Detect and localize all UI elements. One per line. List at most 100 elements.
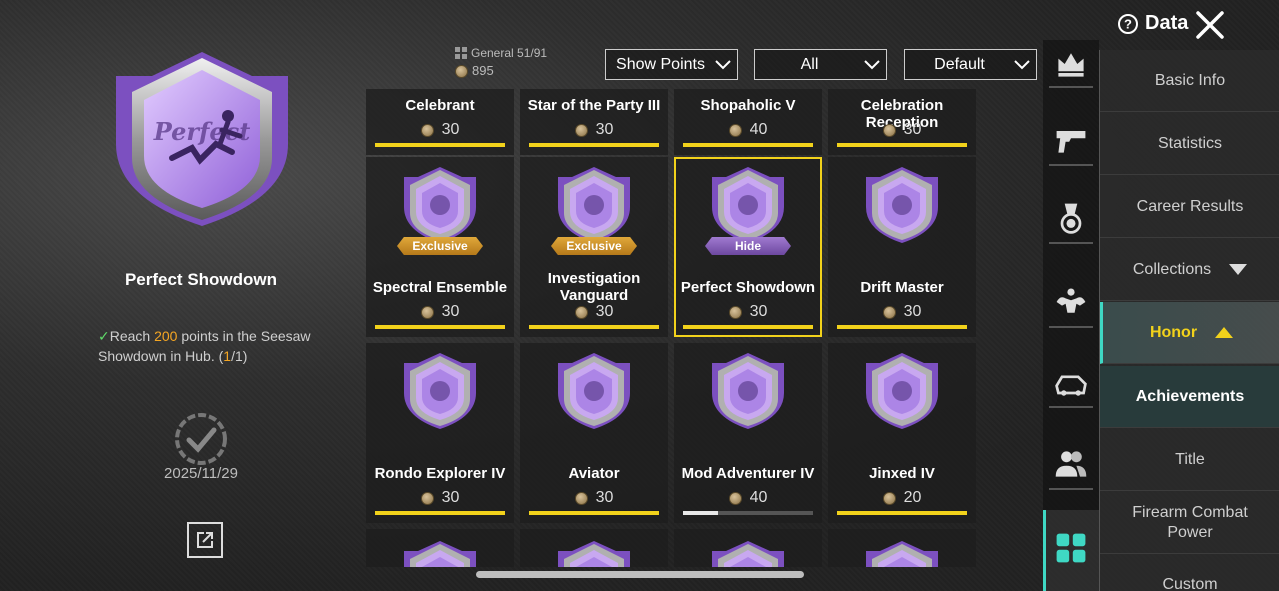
menu-firearm-combat-power[interactable]: Firearm Combat Power — [1100, 492, 1279, 554]
achievement-card[interactable] — [828, 529, 976, 567]
show-points-dropdown[interactable]: Show Points — [605, 49, 738, 80]
perfect-showdown-emblem-icon: Perfect — [116, 52, 288, 226]
achievement-points: 20 — [828, 489, 976, 507]
points-value: 30 — [441, 489, 460, 506]
menu-title[interactable]: Title — [1100, 429, 1279, 491]
points-value: 30 — [441, 303, 460, 320]
sort-dropdown[interactable]: Default — [904, 49, 1037, 80]
filter-all-dropdown[interactable]: All — [754, 49, 887, 80]
points-coin-icon — [574, 491, 588, 505]
points-coin-icon — [420, 491, 434, 505]
achievement-card[interactable]: Shopaholic V 40 — [674, 89, 822, 155]
achievement-badge-icon — [708, 539, 788, 567]
achievement-card[interactable]: Exclusive Investigation Vanguard 30 — [520, 157, 668, 337]
achievement-points: 30 — [828, 303, 976, 321]
achievement-card[interactable]: Exclusive Spectral Ensemble 30 — [366, 157, 514, 337]
menu-label: Achievements — [1135, 387, 1245, 405]
collection-grid-icon[interactable] — [1051, 528, 1091, 568]
achievement-card[interactable] — [674, 529, 822, 567]
menu-career-results[interactable]: Career Results — [1100, 176, 1279, 238]
achievement-name: Shopaholic V — [700, 97, 796, 114]
team-icon[interactable] — [1051, 444, 1091, 484]
achievement-card[interactable]: Aviator 30 — [520, 343, 668, 523]
progress-fill — [375, 325, 505, 329]
points-value: 30 — [903, 303, 922, 320]
menu-label: Career Results — [1136, 197, 1244, 215]
data-label: Data — [1145, 12, 1189, 34]
achievement-name: Celebrant — [405, 97, 475, 114]
points-coin-icon — [574, 123, 588, 137]
close-button[interactable] — [1195, 10, 1225, 40]
achievement-name: Star of the Party III — [527, 97, 661, 114]
pistol-icon[interactable] — [1051, 120, 1091, 160]
strip-divider — [1049, 406, 1093, 408]
achievement-points: 30 — [520, 121, 668, 139]
progress-bar — [683, 511, 813, 515]
achievement-points: 30 — [520, 489, 668, 507]
menu-custom[interactable]: Custom — [1100, 555, 1279, 591]
achievement-badge-icon — [554, 165, 634, 245]
progress-fill — [683, 143, 813, 147]
achievement-card[interactable]: Hide Perfect Showdown 30 — [674, 157, 822, 337]
achievement-name: Spectral Ensemble — [372, 279, 508, 296]
share-button[interactable] — [187, 522, 223, 558]
achievement-badge-icon — [554, 539, 634, 567]
achievement-points: 30 — [520, 303, 668, 321]
chevron-down-icon — [858, 59, 886, 70]
completed-check-icon — [172, 410, 230, 468]
menu-basic-info[interactable]: Basic Info — [1100, 50, 1279, 112]
svg-text:?: ? — [1124, 16, 1132, 31]
caret-up-icon — [1215, 327, 1234, 338]
menu-label: Collections — [1132, 260, 1212, 278]
horizontal-scrollbar[interactable] — [476, 571, 804, 578]
req-progress-total: /1) — [231, 348, 248, 364]
achievement-name: Rondo Explorer IV — [374, 465, 506, 482]
completion-date: 2025/11/29 — [164, 465, 238, 482]
crown-icon[interactable] — [1051, 44, 1091, 84]
points-value: 30 — [595, 489, 614, 506]
points-value: 30 — [595, 121, 614, 138]
menu-statistics[interactable]: Statistics — [1100, 113, 1279, 175]
achievement-card[interactable]: Rondo Explorer IV 30 — [366, 343, 514, 523]
total-points: 895 — [472, 63, 494, 78]
achievement-card[interactable]: Drift Master 30 — [828, 157, 976, 337]
achievement-points: 40 — [674, 489, 822, 507]
vehicle-icon[interactable] — [1051, 364, 1091, 404]
achievement-badge-icon — [862, 165, 942, 245]
caret-down-icon — [1229, 264, 1248, 275]
achievement-badge-icon — [400, 165, 480, 245]
progress-bar — [837, 511, 967, 515]
progress-bar — [375, 511, 505, 515]
requirement-text: ✓Reach 200 points in the Seesaw Showdown… — [98, 326, 348, 366]
strip-divider — [1049, 326, 1093, 328]
achievement-card[interactable] — [366, 529, 514, 567]
progress-bar — [529, 325, 659, 329]
menu-honor[interactable]: Honor — [1100, 302, 1279, 364]
points-value: 40 — [749, 489, 768, 506]
achievement-card[interactable]: Celebrant 30 — [366, 89, 514, 155]
achievement-card[interactable]: Jinxed IV 20 — [828, 343, 976, 523]
achievement-card[interactable]: Star of the Party III 30 — [520, 89, 668, 155]
progress-fill — [837, 325, 967, 329]
achievement-points: 30 — [674, 303, 822, 321]
achievement-card[interactable]: Celebration Reception 30 — [828, 89, 976, 155]
strip-divider — [1049, 86, 1093, 88]
achievement-badge-large: Perfect — [112, 48, 292, 228]
achievement-points: 30 — [366, 303, 514, 321]
achievement-points: 30 — [366, 121, 514, 139]
achievement-badge-icon — [400, 351, 480, 431]
menu-achievements[interactable]: Achievements — [1100, 366, 1279, 428]
menu-collections[interactable]: Collections — [1100, 239, 1279, 301]
achievement-grid: Celebrant 30 Star of the Party III 30 Shopah… — [366, 89, 978, 567]
points-coin-icon — [882, 491, 896, 505]
req-prefix: Reach — [109, 328, 155, 344]
chevron-down-icon — [1008, 59, 1036, 70]
muscle-icon[interactable] — [1051, 282, 1091, 322]
achievement-card[interactable] — [520, 529, 668, 567]
medal-icon[interactable] — [1051, 198, 1091, 238]
points-coin-icon — [882, 305, 896, 319]
achievement-badge-icon — [862, 539, 942, 567]
points-coin-icon — [420, 123, 434, 137]
data-button[interactable]: ? Data — [1117, 12, 1188, 35]
achievement-card[interactable]: Mod Adventurer IV 40 — [674, 343, 822, 523]
